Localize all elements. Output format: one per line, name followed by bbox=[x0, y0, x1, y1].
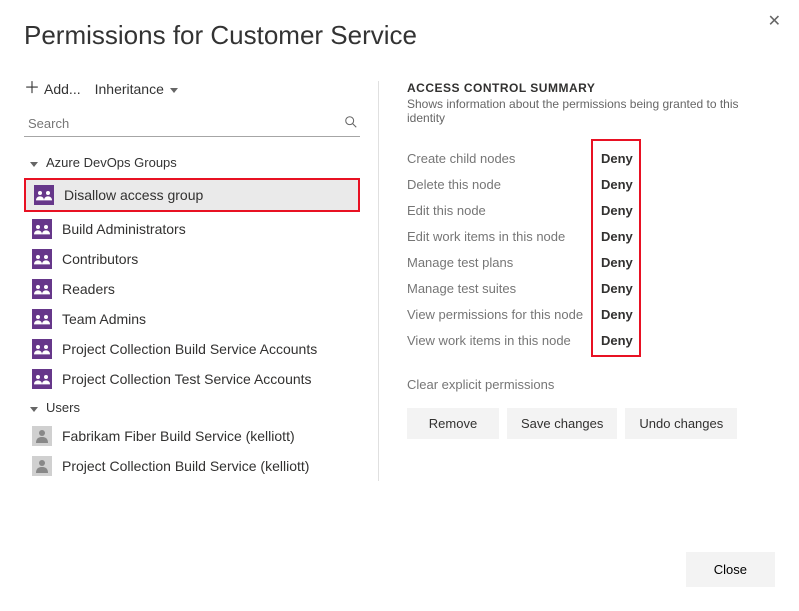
permission-row[interactable]: Create child nodes Deny bbox=[407, 145, 775, 171]
summary-subtitle: Shows information about the permissions … bbox=[407, 97, 775, 125]
group-header-users[interactable]: Users bbox=[24, 394, 360, 421]
undo-changes-button[interactable]: Undo changes bbox=[625, 408, 737, 439]
plus-icon: ＋ bbox=[24, 81, 40, 97]
tree-item-label: Contributors bbox=[62, 251, 138, 267]
tree-item-readers[interactable]: Readers bbox=[24, 274, 360, 304]
inheritance-dropdown[interactable]: Inheritance bbox=[95, 81, 178, 97]
group-icon bbox=[32, 249, 52, 269]
inheritance-label: Inheritance bbox=[95, 81, 164, 97]
tree-item-pc-build-service-accounts[interactable]: Project Collection Build Service Account… bbox=[24, 334, 360, 364]
close-icon[interactable]: ✕ bbox=[768, 14, 781, 30]
permission-label: Edit this node bbox=[407, 203, 593, 218]
chevron-down-icon bbox=[30, 155, 42, 170]
clear-permissions-link[interactable]: Clear explicit permissions bbox=[407, 377, 554, 392]
permission-label: Edit work items in this node bbox=[407, 229, 593, 244]
permission-label: Manage test plans bbox=[407, 255, 593, 270]
search-input[interactable] bbox=[26, 115, 344, 132]
permission-value: Deny bbox=[593, 333, 633, 348]
tree-item-build-administrators[interactable]: Build Administrators bbox=[24, 214, 360, 244]
group-icon bbox=[32, 219, 52, 239]
permission-value: Deny bbox=[593, 151, 633, 166]
search-input-wrapper[interactable] bbox=[24, 111, 360, 137]
group-header-label: Azure DevOps Groups bbox=[46, 155, 177, 170]
user-icon bbox=[32, 426, 52, 446]
tree-item-fabrikam-build-service[interactable]: Fabrikam Fiber Build Service (kelliott) bbox=[24, 421, 360, 451]
tree-item-label: Disallow access group bbox=[64, 187, 203, 203]
tree-item-disallow-access-group[interactable]: Disallow access group bbox=[26, 180, 358, 210]
save-changes-button[interactable]: Save changes bbox=[507, 408, 617, 439]
tree-item-label: Fabrikam Fiber Build Service (kelliott) bbox=[62, 428, 295, 444]
tree-item-label: Build Administrators bbox=[62, 221, 186, 237]
group-icon bbox=[32, 279, 52, 299]
group-header-label: Users bbox=[46, 400, 80, 415]
tree-item-label: Project Collection Build Service Account… bbox=[62, 341, 317, 357]
tree-item-pc-build-service-user[interactable]: Project Collection Build Service (kellio… bbox=[24, 451, 360, 481]
group-icon bbox=[32, 309, 52, 329]
search-icon bbox=[344, 115, 358, 132]
permission-row[interactable]: View work items in this node Deny bbox=[407, 327, 775, 353]
tree-item-contributors[interactable]: Contributors bbox=[24, 244, 360, 274]
permission-row[interactable]: Edit work items in this node Deny bbox=[407, 223, 775, 249]
group-icon bbox=[32, 339, 52, 359]
group-header-azure-devops[interactable]: Azure DevOps Groups bbox=[24, 149, 360, 176]
add-button[interactable]: ＋ Add... bbox=[24, 81, 81, 97]
permission-value: Deny bbox=[593, 307, 633, 322]
remove-button[interactable]: Remove bbox=[407, 408, 499, 439]
permission-label: View permissions for this node bbox=[407, 307, 593, 322]
add-label: Add... bbox=[44, 81, 81, 97]
group-icon bbox=[32, 369, 52, 389]
chevron-down-icon bbox=[30, 400, 42, 415]
permission-row[interactable]: Manage test suites Deny bbox=[407, 275, 775, 301]
permission-label: View work items in this node bbox=[407, 333, 593, 348]
permission-label: Create child nodes bbox=[407, 151, 593, 166]
tree-item-label: Project Collection Build Service (kellio… bbox=[62, 458, 309, 474]
summary-title: ACCESS CONTROL SUMMARY bbox=[407, 81, 775, 95]
tree-item-label: Team Admins bbox=[62, 311, 146, 327]
permission-value: Deny bbox=[593, 255, 633, 270]
group-icon bbox=[34, 185, 54, 205]
permission-label: Manage test suites bbox=[407, 281, 593, 296]
permission-value: Deny bbox=[593, 177, 633, 192]
tree-item-label: Project Collection Test Service Accounts bbox=[62, 371, 312, 387]
tree-item-label: Readers bbox=[62, 281, 115, 297]
selection-highlight: Disallow access group bbox=[24, 178, 360, 212]
permission-row[interactable]: Edit this node Deny bbox=[407, 197, 775, 223]
permission-value: Deny bbox=[593, 203, 633, 218]
tree-item-pc-test-service-accounts[interactable]: Project Collection Test Service Accounts bbox=[24, 364, 360, 394]
tree-item-team-admins[interactable]: Team Admins bbox=[24, 304, 360, 334]
user-icon bbox=[32, 456, 52, 476]
chevron-down-icon bbox=[168, 81, 178, 97]
permission-value: Deny bbox=[593, 281, 633, 296]
permission-value: Deny bbox=[593, 229, 633, 244]
permission-label: Delete this node bbox=[407, 177, 593, 192]
close-button[interactable]: Close bbox=[686, 552, 775, 587]
permission-row[interactable]: Manage test plans Deny bbox=[407, 249, 775, 275]
permission-row[interactable]: Delete this node Deny bbox=[407, 171, 775, 197]
permission-row[interactable]: View permissions for this node Deny bbox=[407, 301, 775, 327]
dialog-title: Permissions for Customer Service bbox=[24, 20, 775, 51]
